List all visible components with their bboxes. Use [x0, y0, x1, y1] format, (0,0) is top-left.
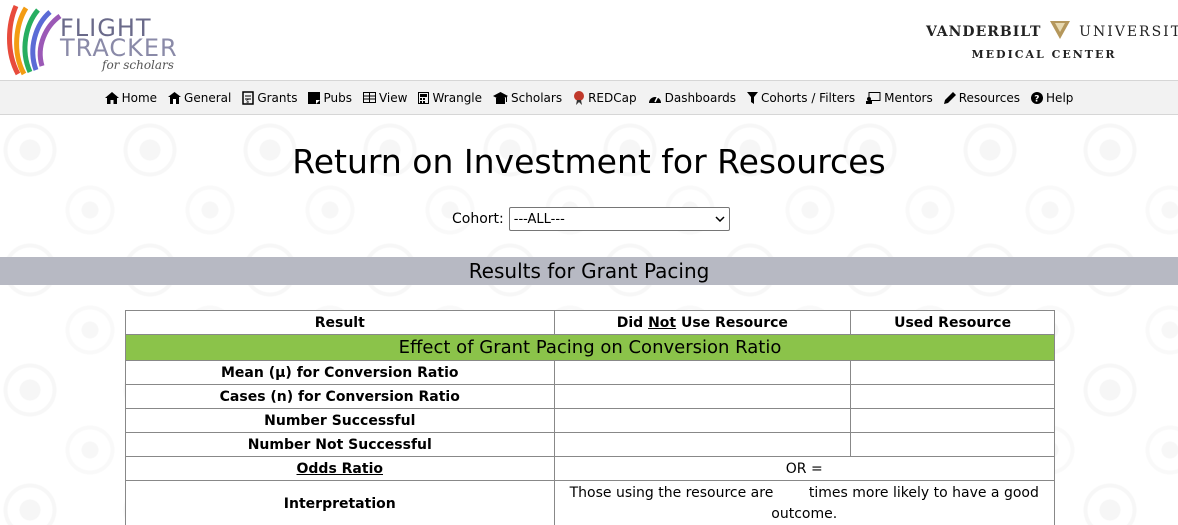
svg-text:?: ?: [1034, 94, 1039, 104]
logo-text: FLIGHT TRACKER for scholars: [60, 16, 178, 72]
vanderbilt-word: VANDERBILT: [926, 24, 1042, 40]
help-icon: ?: [1031, 91, 1044, 104]
oak-leaf-v-icon: [1050, 21, 1071, 39]
nav-grants-label: Grants: [257, 90, 298, 105]
medical-center-label: MEDICAL CENTER: [971, 48, 1117, 61]
cell-used-cases: [850, 384, 1055, 409]
nav-redcap[interactable]: REDCap: [573, 90, 637, 105]
svg-text:$: $: [246, 99, 249, 105]
table-row: Cases (n) for Conversion Ratio: [125, 384, 1055, 409]
nav-resources[interactable]: Resources: [943, 90, 1021, 105]
grants-icon: $: [242, 90, 255, 105]
nav-dashboards-label: Dashboards: [664, 90, 736, 105]
cell-not-used-mean: [553, 360, 852, 385]
nav-general[interactable]: General: [168, 91, 231, 105]
nav-grants[interactable]: $ Grants: [242, 91, 297, 105]
table-row: Number Not Successful: [125, 432, 1055, 457]
nav-cohorts-filters[interactable]: Cohorts / Filters: [746, 90, 856, 105]
chevron-down-icon: [715, 216, 725, 222]
cohort-select[interactable]: ---ALL---: [508, 207, 730, 231]
home-icon: [104, 91, 119, 104]
cell-used-not-successful: [850, 432, 1055, 457]
table-row: Mean (μ) for Conversion Ratio: [125, 360, 1055, 385]
pencil-icon: [943, 91, 956, 104]
view-icon: [362, 92, 376, 103]
filter-icon: [746, 91, 758, 104]
cohort-selected-value: ---ALL---: [513, 211, 565, 227]
nav-help-label: Help: [1046, 90, 1074, 105]
flight-tracker-logo-mark: [7, 4, 62, 76]
nav-scholars[interactable]: Scholars: [493, 91, 562, 105]
odds-ratio-label[interactable]: Odds Ratio: [125, 456, 555, 481]
scholars-icon: [493, 91, 509, 104]
row-label-successful: Number Successful: [125, 408, 555, 433]
nav-help[interactable]: ? Help: [1031, 91, 1073, 105]
nav-cohorts-filters-label: Cohorts / Filters: [760, 90, 856, 105]
header-used-resource: Used Resource: [850, 310, 1055, 335]
cell-used-successful: [850, 408, 1055, 433]
group-title: Effect of Grant Pacing on Conversion Rat…: [125, 334, 1055, 361]
odds-ratio-link[interactable]: Odds Ratio: [297, 461, 384, 477]
pubs-icon: [308, 91, 321, 104]
logo-line2: TRACKER: [60, 34, 178, 62]
interpretation-label: Interpretation: [125, 480, 555, 525]
header-did-not-use-pre: Did: [616, 314, 649, 331]
wrangle-icon: [418, 91, 430, 104]
nav-wrangle[interactable]: Wrangle: [418, 91, 482, 105]
nav-scholars-label: Scholars: [511, 90, 563, 105]
redcap-icon: [573, 90, 585, 105]
nav-view[interactable]: View: [362, 90, 408, 105]
university-word: UNIVERSITY: [1079, 24, 1178, 40]
table-row: Number Successful: [125, 408, 1055, 433]
section-header: Results for Grant Pacing: [0, 257, 1178, 285]
row-label-cases: Cases (n) for Conversion Ratio: [125, 384, 555, 409]
page-title: Return on Investment for Resources: [292, 142, 886, 181]
mentors-icon: [866, 91, 881, 104]
nav-mentors-label: Mentors: [884, 90, 933, 105]
nav-wrangle-label: Wrangle: [432, 90, 483, 105]
odds-ratio-value: OR =: [553, 456, 1056, 481]
nav-view-label: View: [378, 90, 408, 105]
nav-pubs[interactable]: Pubs: [308, 91, 352, 105]
main-nav: Home General $ Grants Pubs View Wrangle …: [0, 80, 1178, 115]
nav-general-label: General: [184, 90, 232, 105]
nav-redcap-label: REDCap: [588, 90, 637, 105]
results-table: Result Did Not Use Resource Used Resourc…: [125, 310, 1056, 525]
flight-tracker-logo[interactable]: FLIGHT TRACKER for scholars: [4, 2, 179, 78]
general-icon: [168, 91, 182, 104]
cell-not-used-successful: [553, 408, 852, 433]
table-header-row: Result Did Not Use Resource Used Resourc…: [125, 310, 1055, 335]
nav-home[interactable]: Home: [104, 90, 158, 105]
nav-mentors[interactable]: Mentors: [866, 91, 933, 105]
nav-home-label: Home: [121, 90, 158, 105]
nav-dashboards[interactable]: Dashboards: [648, 91, 736, 105]
header-not-emphasis: Not: [648, 314, 677, 331]
header-result: Result: [125, 310, 555, 335]
vanderbilt-logo[interactable]: VANDERBILT UNIVERSITY MEDICAL CENTER: [926, 20, 1178, 61]
cohort-selector: Cohort: ---ALL---: [452, 207, 730, 231]
nav-resources-label: Resources: [958, 90, 1021, 105]
interpretation-text: Those using the resource are times more …: [553, 480, 1056, 525]
header-did-not-use: Did Not Use Resource: [553, 310, 852, 335]
cell-not-used-cases: [553, 384, 852, 409]
row-label-not-successful: Number Not Successful: [125, 432, 555, 457]
header: FLIGHT TRACKER for scholars VANDERBILT U…: [0, 0, 1178, 80]
dashboards-icon: [648, 92, 662, 104]
header-did-not-use-post: Use Resource: [676, 314, 788, 331]
group-title-row: Effect of Grant Pacing on Conversion Rat…: [125, 334, 1055, 361]
interpretation-row: Interpretation Those using the resource …: [125, 480, 1056, 525]
row-label-mean: Mean (μ) for Conversion Ratio: [125, 360, 555, 385]
cell-not-used-not-successful: [553, 432, 852, 457]
cell-used-mean: [850, 360, 1055, 385]
odds-ratio-row: Odds Ratio OR =: [125, 456, 1056, 481]
cohort-label: Cohort:: [452, 211, 504, 227]
logo-subtitle: for scholars: [102, 58, 174, 72]
nav-pubs-label: Pubs: [323, 90, 352, 105]
